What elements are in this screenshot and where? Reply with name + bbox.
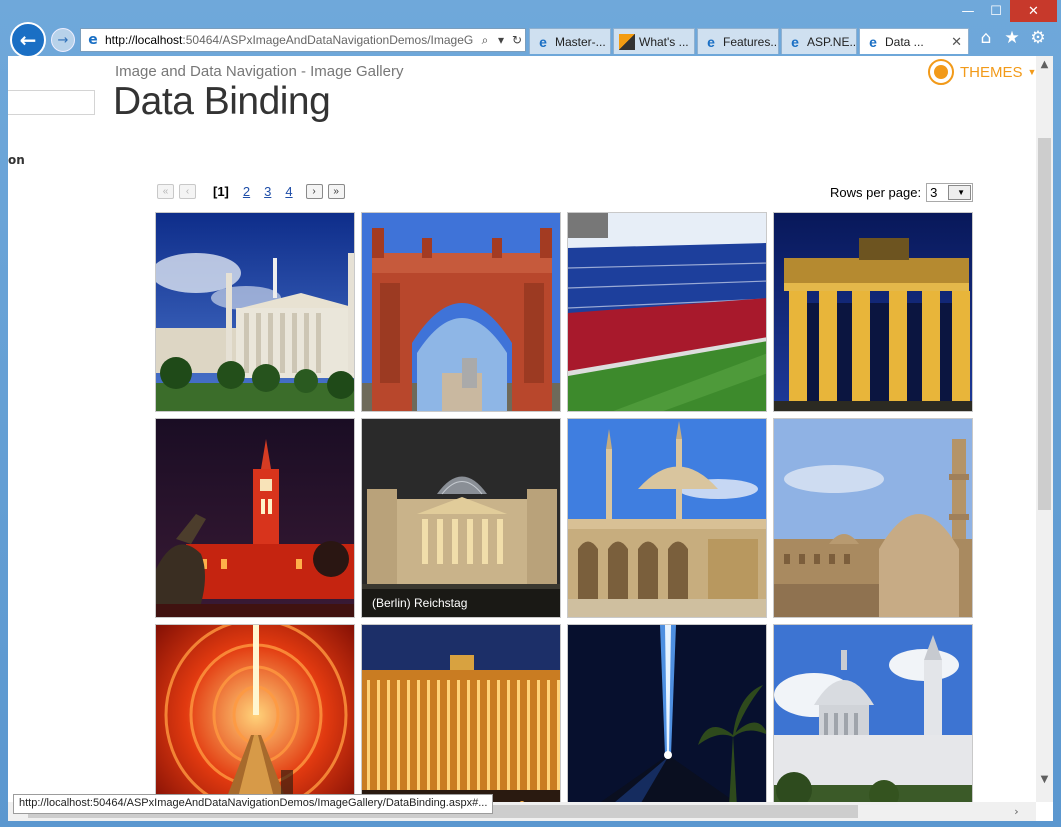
tab-label: Data ... — [885, 34, 924, 49]
gallery-image-stadium — [568, 213, 766, 411]
back-button[interactable]: ← — [10, 22, 46, 58]
side-search-box[interactable] — [8, 90, 95, 115]
rows-per-page: Rows per page: 3 ▼ — [830, 183, 974, 202]
tab-label: What's ... — [639, 34, 689, 49]
minimize-button[interactable]: — — [954, 0, 982, 22]
settings-gear-icon[interactable]: ⚙ — [1028, 28, 1048, 48]
search-icon[interactable]: ⌕ — [477, 33, 493, 48]
dropdown-icon[interactable]: ▾ — [493, 33, 509, 47]
themes-label: THEMES — [960, 63, 1023, 81]
status-bar-url: http://localhost:50464/ASPxImageAndDataN… — [13, 794, 494, 814]
page-link-2[interactable]: 2 — [243, 184, 250, 199]
chevron-down-icon[interactable]: ▼ — [948, 185, 972, 200]
arrow-right-icon: → — [57, 32, 69, 48]
maximize-button[interactable]: ☐ — [982, 0, 1010, 22]
scroll-up-icon[interactable]: ▲ — [1036, 56, 1053, 73]
forward-button[interactable]: → — [51, 28, 75, 52]
url-path: :50464/ASPxImageAndDataNavigationDemos/I… — [182, 33, 474, 47]
rows-per-page-select[interactable]: 3 ▼ — [926, 183, 974, 202]
refresh-icon[interactable]: ↻ — [509, 33, 525, 47]
tab-label: Master-... — [555, 34, 606, 49]
image-caption: (Berlin) Reichstag — [362, 589, 560, 617]
gallery-item[interactable] — [773, 212, 973, 412]
scroll-down-icon[interactable]: ▼ — [1036, 771, 1053, 788]
vertical-scrollbar[interactable]: ▲ ▼ — [1036, 56, 1053, 802]
gallery-item[interactable] — [567, 212, 767, 412]
address-url[interactable]: http://localhost:50464/ASPxImageAndDataN… — [105, 33, 477, 47]
gallery-image-brandenburg-gate — [774, 213, 972, 411]
side-nav-label: on — [8, 153, 25, 167]
page-link-4[interactable]: 4 — [285, 184, 292, 199]
next-page-button[interactable]: › — [305, 184, 323, 199]
tab-features[interactable]: e Features... — [697, 28, 779, 54]
breadcrumb: Image and Data Navigation - Image Galler… — [115, 63, 404, 80]
themes-menu[interactable]: THEMES ▼ — [928, 59, 1036, 85]
gallery-item[interactable] — [361, 624, 561, 821]
gallery-image-athens-academy — [156, 213, 354, 411]
arrow-left-icon: ← — [19, 28, 37, 52]
gallery-image-red-town-hall — [156, 419, 354, 617]
gallery-image-st-pauls — [774, 625, 972, 821]
gallery-item[interactable] — [567, 418, 767, 618]
page-link-3[interactable]: 3 — [264, 184, 271, 199]
ie-logo-icon: e — [539, 33, 547, 50]
tab-master[interactable]: e Master-... — [529, 28, 611, 54]
home-icon[interactable]: ⌂ — [976, 28, 996, 48]
gallery-image-luxor-beam — [568, 625, 766, 821]
gallery-image-bellagio — [362, 625, 560, 821]
gallery-image-cairo-domes — [774, 419, 972, 617]
favorites-star-icon[interactable]: ★ — [1002, 28, 1022, 48]
ie-logo-icon: e — [791, 33, 799, 50]
gallery-image-red-tunnel — [156, 625, 354, 821]
address-bar[interactable]: e http://localhost:50464/ASPxImageAndDat… — [80, 28, 526, 52]
ie-logo-icon: e — [869, 33, 877, 50]
tab-data-binding[interactable]: e Data ... ✕ — [859, 28, 969, 54]
tab-label: ASP.NE... — [807, 34, 857, 49]
first-page-button[interactable]: « — [157, 184, 174, 199]
gallery-image-arc-de-triomf — [362, 213, 560, 411]
gallery-item[interactable] — [155, 418, 355, 618]
gallery-item[interactable] — [361, 212, 561, 412]
ie-logo-icon: e — [707, 33, 715, 50]
gallery-item[interactable] — [567, 624, 767, 821]
scroll-right-icon[interactable]: › — [1008, 802, 1025, 821]
pager: « ‹ [1] 2 3 4 › » — [157, 184, 350, 199]
rows-per-page-value: 3 — [930, 185, 938, 200]
close-tab-icon[interactable]: ✕ — [951, 34, 962, 50]
ie-logo-icon: e — [88, 32, 98, 48]
tab-label: Features... — [723, 34, 779, 49]
gallery-item[interactable] — [773, 624, 973, 821]
prev-page-button[interactable]: ‹ — [179, 184, 196, 199]
gallery-image-mosque — [568, 419, 766, 617]
last-page-button[interactable]: » — [327, 184, 345, 199]
url-host: http://localhost — [105, 33, 183, 47]
gallery-item[interactable] — [155, 624, 355, 821]
current-page: [1] — [213, 184, 229, 199]
page-viewport: on Image and Data Navigation - Image Gal… — [8, 56, 1053, 821]
scroll-thumb[interactable] — [1038, 138, 1051, 510]
site-logo-icon — [619, 33, 635, 50]
close-window-button[interactable]: ✕ — [1010, 0, 1057, 22]
themes-logo-icon — [928, 59, 954, 85]
tab-aspnet[interactable]: e ASP.NE... — [781, 28, 857, 54]
tab-whats[interactable]: What's ... — [613, 28, 695, 54]
rows-per-page-label: Rows per page: — [830, 185, 922, 200]
tab-strip: e Master-... What's ... e Features... e ASP… — [529, 28, 971, 54]
gallery-item[interactable]: (Berlin) Reichstag — [361, 418, 561, 618]
gallery-item[interactable] — [773, 418, 973, 618]
page-title: Data Binding — [113, 80, 331, 123]
gallery-item[interactable] — [155, 212, 355, 412]
toolbar-icons: ⌂ ★ ⚙ — [976, 28, 1048, 48]
